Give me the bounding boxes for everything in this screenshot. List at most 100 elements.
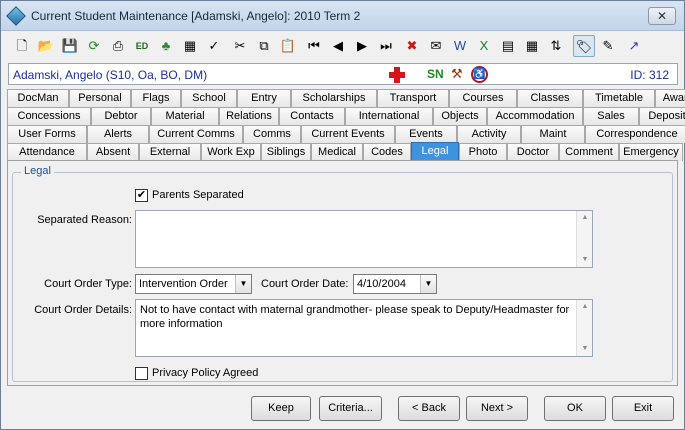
first-record-icon[interactable]: ⏮ (303, 35, 325, 57)
delete-icon[interactable]: ✖ (401, 35, 423, 57)
exit-button[interactable]: Exit (612, 396, 674, 421)
calculator-icon[interactable]: ▦ (179, 35, 201, 57)
family-tree-icon[interactable]: ♣ (155, 35, 177, 57)
paste-icon[interactable]: 📋 (277, 35, 299, 57)
court-order-date-picker[interactable]: 4/10/2004 ▼ (353, 274, 437, 294)
spell-check-icon[interactable]: ✓ (203, 35, 225, 57)
keep-button[interactable]: Keep (251, 396, 311, 421)
sort-icon[interactable]: ⇅ (545, 35, 567, 57)
email-icon[interactable]: ✉ (425, 35, 447, 57)
tab-comment[interactable]: Comment (559, 143, 619, 161)
calendar-icon[interactable]: ▦ (521, 35, 543, 57)
previous-record-icon[interactable]: ◀ (327, 35, 349, 57)
tab-photo[interactable]: Photo (459, 143, 507, 161)
tab-debtor[interactable]: Debtor (91, 107, 151, 125)
cut-icon[interactable]: ✂ (229, 35, 251, 57)
tab-concessions[interactable]: Concessions (7, 107, 91, 125)
separated-reason-textarea[interactable]: ▲ ▼ (135, 210, 593, 268)
tab-alerts[interactable]: Alerts (87, 125, 149, 143)
report-icon[interactable]: ▤ (497, 35, 519, 57)
back-button[interactable]: < Back (398, 396, 460, 421)
tab-work-exp[interactable]: Work Exp (201, 143, 261, 161)
title-bar[interactable]: Current Student Maintenance [Adamski, An… (1, 1, 684, 31)
tab-transport[interactable]: Transport (377, 89, 449, 107)
legal-panel: Legal ✔ Parents Separated Separated Reas… (7, 160, 678, 386)
tab-objects[interactable]: Objects (433, 107, 487, 125)
tab-material[interactable]: Material (151, 107, 219, 125)
tab-contacts[interactable]: Contacts (279, 107, 345, 125)
tab-deposit[interactable]: Deposit (639, 107, 685, 125)
save-icon[interactable]: 💾 (59, 35, 81, 57)
tab-attendance[interactable]: Attendance (7, 143, 87, 161)
ok-button[interactable]: OK (544, 396, 606, 421)
tab-courses[interactable]: Courses (449, 89, 517, 107)
court-order-details-scrollbar[interactable]: ▲ ▼ (576, 300, 592, 356)
tab-emergency[interactable]: Emergency (619, 143, 683, 161)
scroll-down-icon[interactable]: ▼ (577, 342, 593, 356)
accessibility-icon[interactable]: ♿ (471, 66, 488, 83)
privacy-policy-checkbox[interactable] (135, 367, 148, 380)
add-note-icon[interactable]: ✎ (597, 35, 619, 57)
next-record-icon[interactable]: ▶ (351, 35, 373, 57)
tab-relations[interactable]: Relations (219, 107, 279, 125)
tab-current-events[interactable]: Current Events (301, 125, 395, 143)
tab-awards[interactable]: Awards (655, 89, 685, 107)
parents-separated-checkbox[interactable]: ✔ (135, 189, 148, 202)
tab-doctor[interactable]: Doctor (507, 143, 559, 161)
tab-sales[interactable]: Sales (583, 107, 639, 125)
tab-medical[interactable]: Medical (311, 143, 363, 161)
edit-field-icon[interactable]: ED (131, 35, 153, 57)
tab-school[interactable]: School (181, 89, 237, 107)
scroll-down-icon[interactable]: ▼ (577, 253, 593, 267)
tab-flags[interactable]: Flags (131, 89, 181, 107)
tab-codes[interactable]: Codes (363, 143, 411, 161)
court-order-details-textarea[interactable]: Not to have contact with maternal grandm… (135, 299, 593, 357)
excel-icon[interactable]: X (473, 35, 495, 57)
scroll-up-icon[interactable]: ▲ (577, 300, 593, 314)
copy-icon[interactable]: ⧉ (253, 35, 275, 57)
tab-scholarships[interactable]: Scholarships (291, 89, 377, 107)
last-record-icon[interactable]: ⏭ (375, 35, 397, 57)
next-button[interactable]: Next > (466, 396, 528, 421)
gavel-icon[interactable]: ⚒ (451, 66, 463, 82)
chevron-down-icon[interactable]: ▼ (235, 275, 251, 293)
close-button[interactable]: ✕ (648, 7, 676, 25)
tab-timetable[interactable]: Timetable (583, 89, 655, 107)
tab-entry[interactable]: Entry (237, 89, 291, 107)
tab-absent[interactable]: Absent (87, 143, 139, 161)
tab-legal[interactable]: Legal (411, 142, 459, 162)
new-document-icon[interactable]: 🗋 (11, 35, 33, 57)
tab-user-forms[interactable]: User Forms (7, 125, 87, 143)
refresh-icon[interactable]: ⟳ (83, 35, 105, 57)
tag-icon[interactable]: 🏷 (573, 35, 595, 57)
open-folder-icon[interactable]: 📂 (35, 35, 57, 57)
tab-siblings[interactable]: Siblings (261, 143, 311, 161)
tab-external[interactable]: External (139, 143, 201, 161)
tab-comms[interactable]: Comms (243, 125, 301, 143)
parents-separated-label: Parents Separated (152, 189, 244, 201)
medical-cross-icon[interactable] (389, 67, 405, 83)
separated-reason-scrollbar[interactable]: ▲ ▼ (576, 211, 592, 267)
chevron-down-icon[interactable]: ▼ (420, 275, 436, 293)
tab-maint[interactable]: Maint (521, 125, 585, 143)
tab-international[interactable]: International (345, 107, 433, 125)
word-icon[interactable]: W (449, 35, 471, 57)
court-order-type-combo[interactable]: Intervention Order ▼ (135, 274, 252, 294)
tab-correspondence[interactable]: Correspondence (585, 125, 685, 143)
criteria-button[interactable]: Criteria... (319, 396, 382, 421)
tab-accommodation[interactable]: Accommodation (487, 107, 583, 125)
tab-events[interactable]: Events (395, 125, 457, 143)
pointer-icon[interactable]: ↗ (623, 35, 645, 57)
legal-group-title: Legal (21, 165, 54, 177)
tab-activity[interactable]: Activity (457, 125, 521, 143)
court-order-details-label: Court Order Details: (34, 304, 132, 316)
tab-current-comms[interactable]: Current Comms (149, 125, 243, 143)
tab-personal[interactable]: Personal (69, 89, 131, 107)
scroll-up-icon[interactable]: ▲ (577, 211, 593, 225)
special-needs-badge[interactable]: SN (427, 67, 444, 81)
student-info-bar: Adamski, Angelo (S10, Oa, BO, DM) SN ⚒ ♿… (8, 63, 678, 85)
print-icon[interactable]: ⎙ (107, 35, 129, 57)
tab-docman[interactable]: DocMan (7, 89, 69, 107)
court-order-details-text: Not to have contact with maternal grandm… (140, 304, 570, 330)
tab-classes[interactable]: Classes (517, 89, 583, 107)
